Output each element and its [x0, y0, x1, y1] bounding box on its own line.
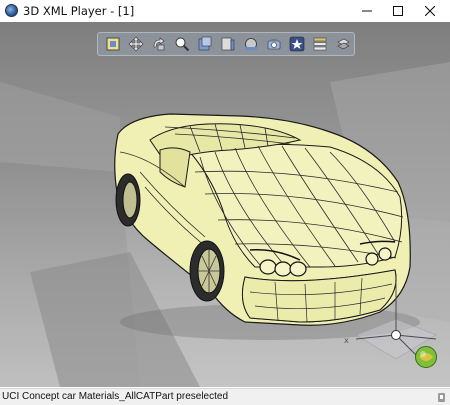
zoom-button[interactable] — [171, 34, 193, 54]
fit-all-button[interactable] — [102, 34, 124, 54]
pan-icon — [128, 36, 144, 52]
view-mode-icon — [198, 36, 212, 51]
pan-button[interactable] — [125, 34, 147, 54]
explode-icon — [337, 38, 350, 50]
close-icon — [425, 6, 435, 16]
layers-button[interactable] — [309, 34, 331, 54]
camera-icon — [267, 39, 281, 50]
view-mode-button[interactable] — [194, 34, 216, 54]
fit-all-icon — [106, 37, 120, 51]
minimize-button[interactable] — [352, 0, 382, 22]
title-bar[interactable]: 3D XML Player - [1] — [0, 0, 450, 22]
viewer-toolbar — [97, 32, 355, 56]
zoom-icon — [175, 37, 190, 52]
measure-button[interactable] — [217, 34, 239, 54]
close-button[interactable] — [415, 0, 445, 22]
minimize-icon — [362, 10, 372, 12]
section-icon — [245, 38, 257, 50]
maximize-icon — [393, 6, 403, 16]
camera-button[interactable] — [263, 34, 285, 54]
resize-grip-icon[interactable] — [437, 392, 446, 403]
measure-icon — [221, 37, 235, 51]
section-button[interactable] — [240, 34, 262, 54]
orientation-globe-icon[interactable] — [414, 345, 438, 369]
rotate-button[interactable] — [148, 34, 170, 54]
window-title: 3D XML Player - [1] — [23, 4, 135, 18]
3d-viewport[interactable]: x — [0, 22, 450, 387]
status-bar: UCI Concept car Materials_AllCATPart pre… — [0, 388, 450, 405]
app-logo-icon — [5, 4, 18, 17]
layers-icon — [313, 37, 327, 51]
status-message: UCI Concept car Materials_AllCATPart pre… — [2, 391, 229, 402]
favorite-view-icon — [289, 36, 305, 52]
maximize-button[interactable] — [383, 0, 413, 22]
favorite-view-button[interactable] — [286, 34, 308, 54]
app-window: 3D XML Player - [1] x UCI Concept car Ma… — [0, 0, 450, 405]
svg-text:x: x — [344, 336, 349, 345]
explode-button[interactable] — [332, 34, 354, 54]
rotate-icon — [153, 37, 165, 51]
